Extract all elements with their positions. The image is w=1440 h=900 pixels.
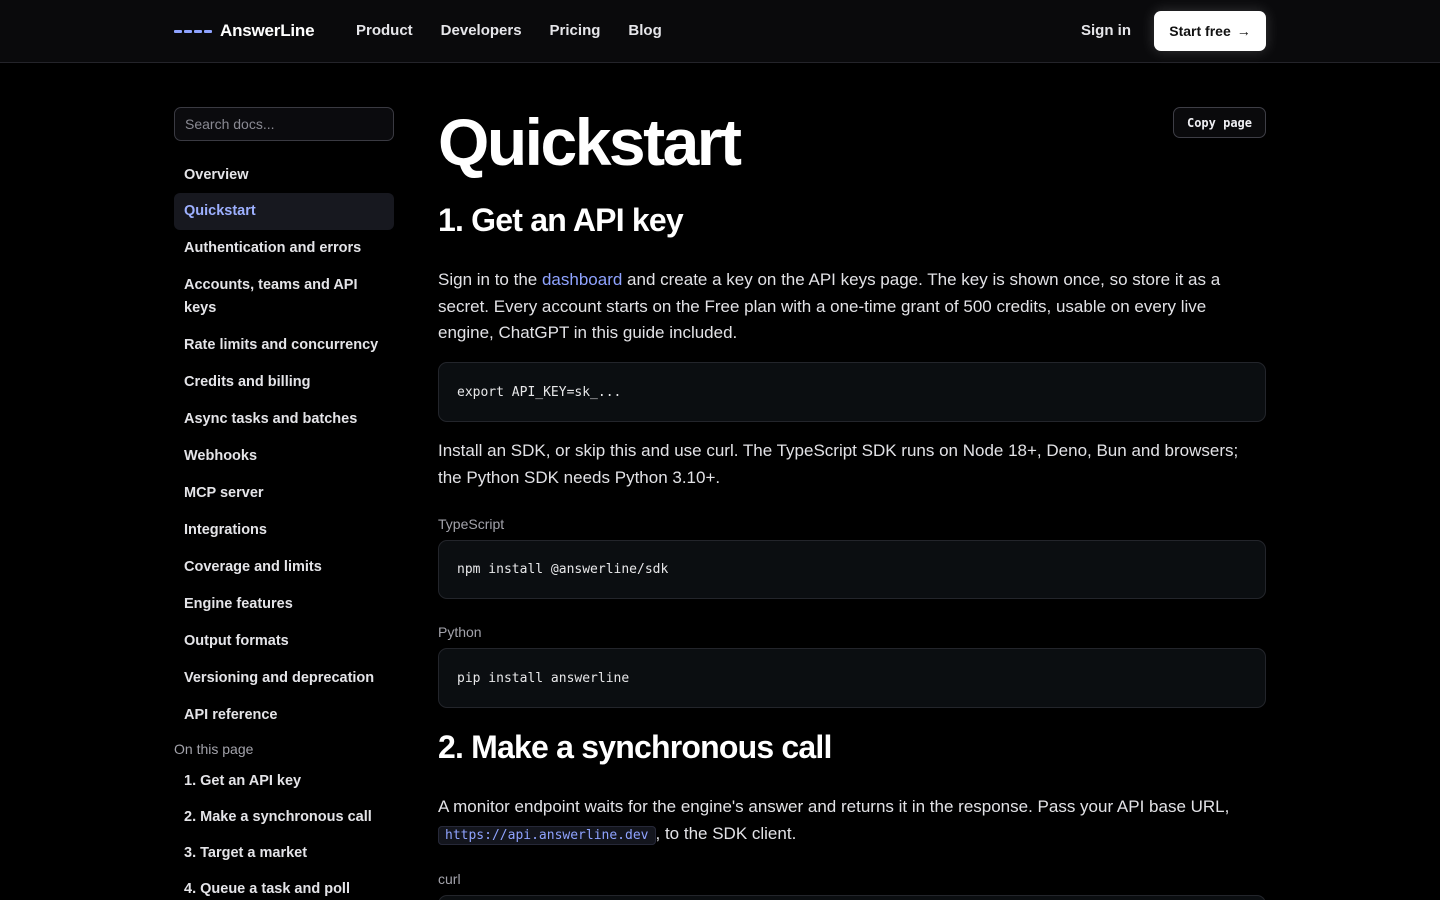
on-this-page-list: 1. Get an API key 2. Make a synchronous … (174, 769, 394, 900)
inline-code-api-url: https://api.answerline.dev (438, 825, 656, 845)
primary-nav: Product Developers Pricing Blog (356, 22, 662, 39)
sidebar-item-overview[interactable]: Overview (174, 157, 394, 194)
sidebar-item-quickstart[interactable]: Quickstart (174, 193, 394, 230)
code-export-key: export API_KEY=sk_... (457, 384, 622, 400)
sidebar-item-versioning[interactable]: Versioning and deprecation (174, 660, 394, 697)
nav-developers[interactable]: Developers (441, 22, 522, 39)
nav-pricing[interactable]: Pricing (550, 22, 601, 39)
brand-logo[interactable]: AnswerLine (174, 20, 315, 42)
paragraph-synchronous-call: A monitor endpoint waits for the engine'… (438, 794, 1266, 849)
p3-text-after: , to the SDK client. (655, 823, 797, 843)
code-block-curl[interactable] (438, 895, 1266, 900)
code-block-export-key[interactable]: export API_KEY=sk_... (438, 362, 1266, 422)
start-free-button[interactable]: Start free → (1154, 11, 1266, 51)
section-heading-synchronous-call: 2. Make a synchronous call (438, 729, 832, 765)
toc-item-target-market[interactable]: 3. Target a market (174, 841, 394, 877)
sidebar-item-api-reference[interactable]: API reference (174, 697, 394, 734)
top-navigation-bar: AnswerLine Product Developers Pricing Bl… (0, 0, 1440, 63)
toc-item-synchronous-call[interactable]: 2. Make a synchronous call (174, 805, 394, 841)
sidebar-item-credits[interactable]: Credits and billing (174, 364, 394, 401)
sidebar-item-coverage[interactable]: Coverage and limits (174, 549, 394, 586)
sidebar-item-async-tasks[interactable]: Async tasks and batches (174, 401, 394, 438)
nav-product[interactable]: Product (356, 22, 413, 39)
docs-sidebar-nav: Overview Quickstart Authentication and e… (174, 157, 394, 734)
toc-item-get-api-key[interactable]: 1. Get an API key (174, 769, 394, 805)
sidebar-item-mcp-server[interactable]: MCP server (174, 475, 394, 512)
sidebar-item-webhooks[interactable]: Webhooks (174, 438, 394, 475)
brand-mark-icon (174, 29, 212, 33)
nav-blog[interactable]: Blog (628, 22, 661, 39)
sidebar-item-output-formats[interactable]: Output formats (174, 623, 394, 660)
dashboard-link[interactable]: dashboard (542, 270, 622, 289)
code-label-python: Python (438, 624, 482, 640)
sidebar-item-integrations[interactable]: Integrations (174, 512, 394, 549)
page-title: Quickstart (438, 105, 742, 179)
paragraph-api-key: Sign in to the dashboard and create a ke… (438, 267, 1266, 347)
code-block-npm-install[interactable]: npm install @answerline/sdk (438, 540, 1266, 599)
search-docs-input[interactable] (174, 107, 394, 141)
code-label-curl: curl (438, 871, 461, 887)
copy-page-button[interactable]: Copy page (1173, 107, 1266, 138)
brand-name: AnswerLine (220, 21, 315, 40)
sidebar-item-engine-features[interactable]: Engine features (174, 586, 394, 623)
arrow-right-icon: → (1236, 23, 1251, 39)
toc-item-queue-task[interactable]: 4. Queue a task and poll (174, 877, 394, 900)
paragraph-install-sdk: Install an SDK, or skip this and use cur… (438, 441, 1239, 487)
section-heading-get-api-key: 1. Get an API key (438, 202, 684, 238)
sidebar-item-rate-limits[interactable]: Rate limits and concurrency (174, 327, 394, 364)
code-label-typescript: TypeScript (438, 516, 505, 532)
sign-in-link[interactable]: Sign in (1081, 22, 1131, 39)
sidebar-item-accounts[interactable]: Accounts, teams and API keys (174, 267, 394, 327)
code-npm-install: npm install @answerline/sdk (457, 562, 669, 577)
start-free-label: Start free (1169, 23, 1231, 39)
code-pip-install: pip install answerline (457, 670, 630, 686)
code-block-pip-install[interactable]: pip install answerline (438, 648, 1266, 708)
on-this-page-heading: On this page (174, 741, 254, 757)
p1-text-before: Sign in to the (438, 270, 542, 289)
sidebar-item-authentication[interactable]: Authentication and errors (174, 230, 394, 267)
p3-text-before: A monitor endpoint waits for the engine'… (438, 797, 1230, 816)
